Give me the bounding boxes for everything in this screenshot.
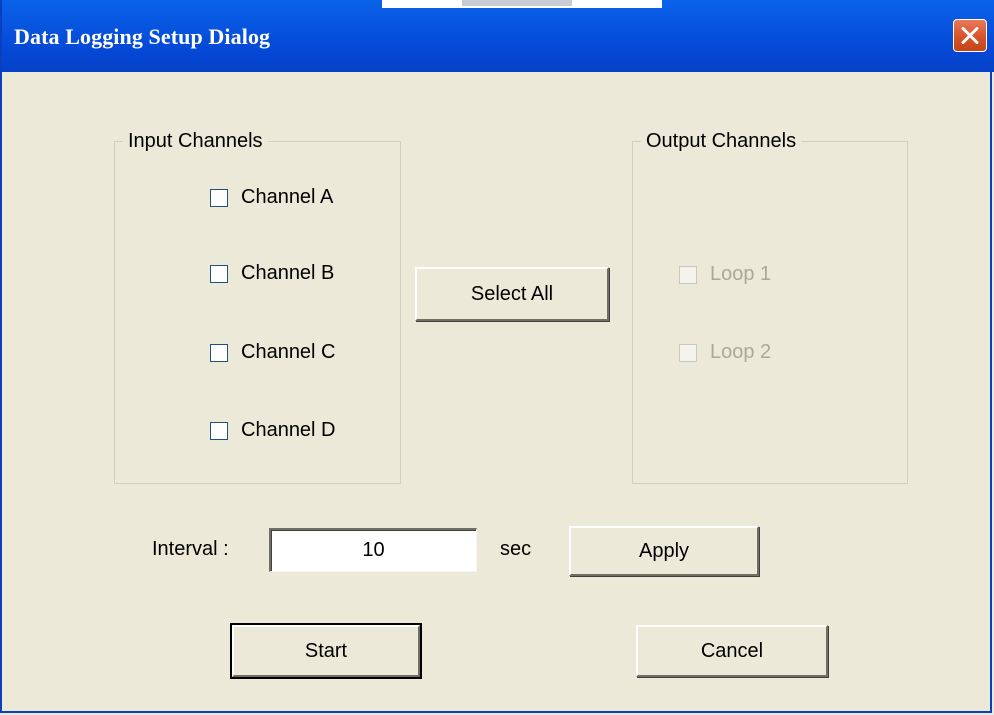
channel-a-label: Channel A (241, 186, 334, 208)
output-channels-legend: Output Channels (646, 130, 797, 152)
title-bar-artifact-mark (462, 0, 572, 6)
loop-1-label: Loop 1 (710, 263, 772, 285)
checkbox-box[interactable] (210, 421, 228, 440)
channel-b-label: Channel B (241, 262, 335, 284)
interval-label: Interval : (152, 538, 229, 560)
loop-2-label: Loop 2 (710, 341, 772, 363)
apply-button[interactable]: Apply (569, 526, 759, 576)
checkbox-box[interactable] (679, 343, 697, 362)
cancel-button[interactable]: Cancel (636, 625, 828, 677)
channel-a-checkbox[interactable]: Channel A (210, 186, 333, 209)
loop-2-checkbox[interactable]: Loop 2 (679, 341, 771, 364)
channel-b-checkbox[interactable]: Channel B (210, 262, 334, 285)
close-button[interactable] (953, 19, 987, 52)
input-channels-legend: Input Channels (128, 130, 263, 152)
window-title: Data Logging Setup Dialog (14, 24, 271, 49)
checkbox-box[interactable] (210, 343, 228, 362)
checkbox-box[interactable] (210, 188, 228, 207)
loop-1-checkbox[interactable]: Loop 1 (679, 263, 771, 286)
interval-unit-label: sec (500, 538, 532, 560)
channel-d-label: Channel D (241, 419, 336, 441)
checkbox-box[interactable] (679, 265, 697, 284)
output-channels-group: Output Channels (632, 130, 908, 484)
close-x-icon (961, 27, 979, 44)
channel-d-checkbox[interactable]: Channel D (210, 419, 336, 442)
start-button[interactable]: Start (230, 623, 422, 679)
select-all-button[interactable]: Select All (415, 267, 609, 321)
channel-c-checkbox[interactable]: Channel C (210, 341, 336, 364)
dialog-window: Data Logging Setup Dialog Input Channels… (0, 0, 994, 713)
checkbox-box[interactable] (210, 264, 228, 283)
title-bar[interactable]: Data Logging Setup Dialog (2, 0, 994, 72)
channel-c-label: Channel C (241, 341, 336, 363)
interval-input[interactable] (269, 528, 477, 572)
